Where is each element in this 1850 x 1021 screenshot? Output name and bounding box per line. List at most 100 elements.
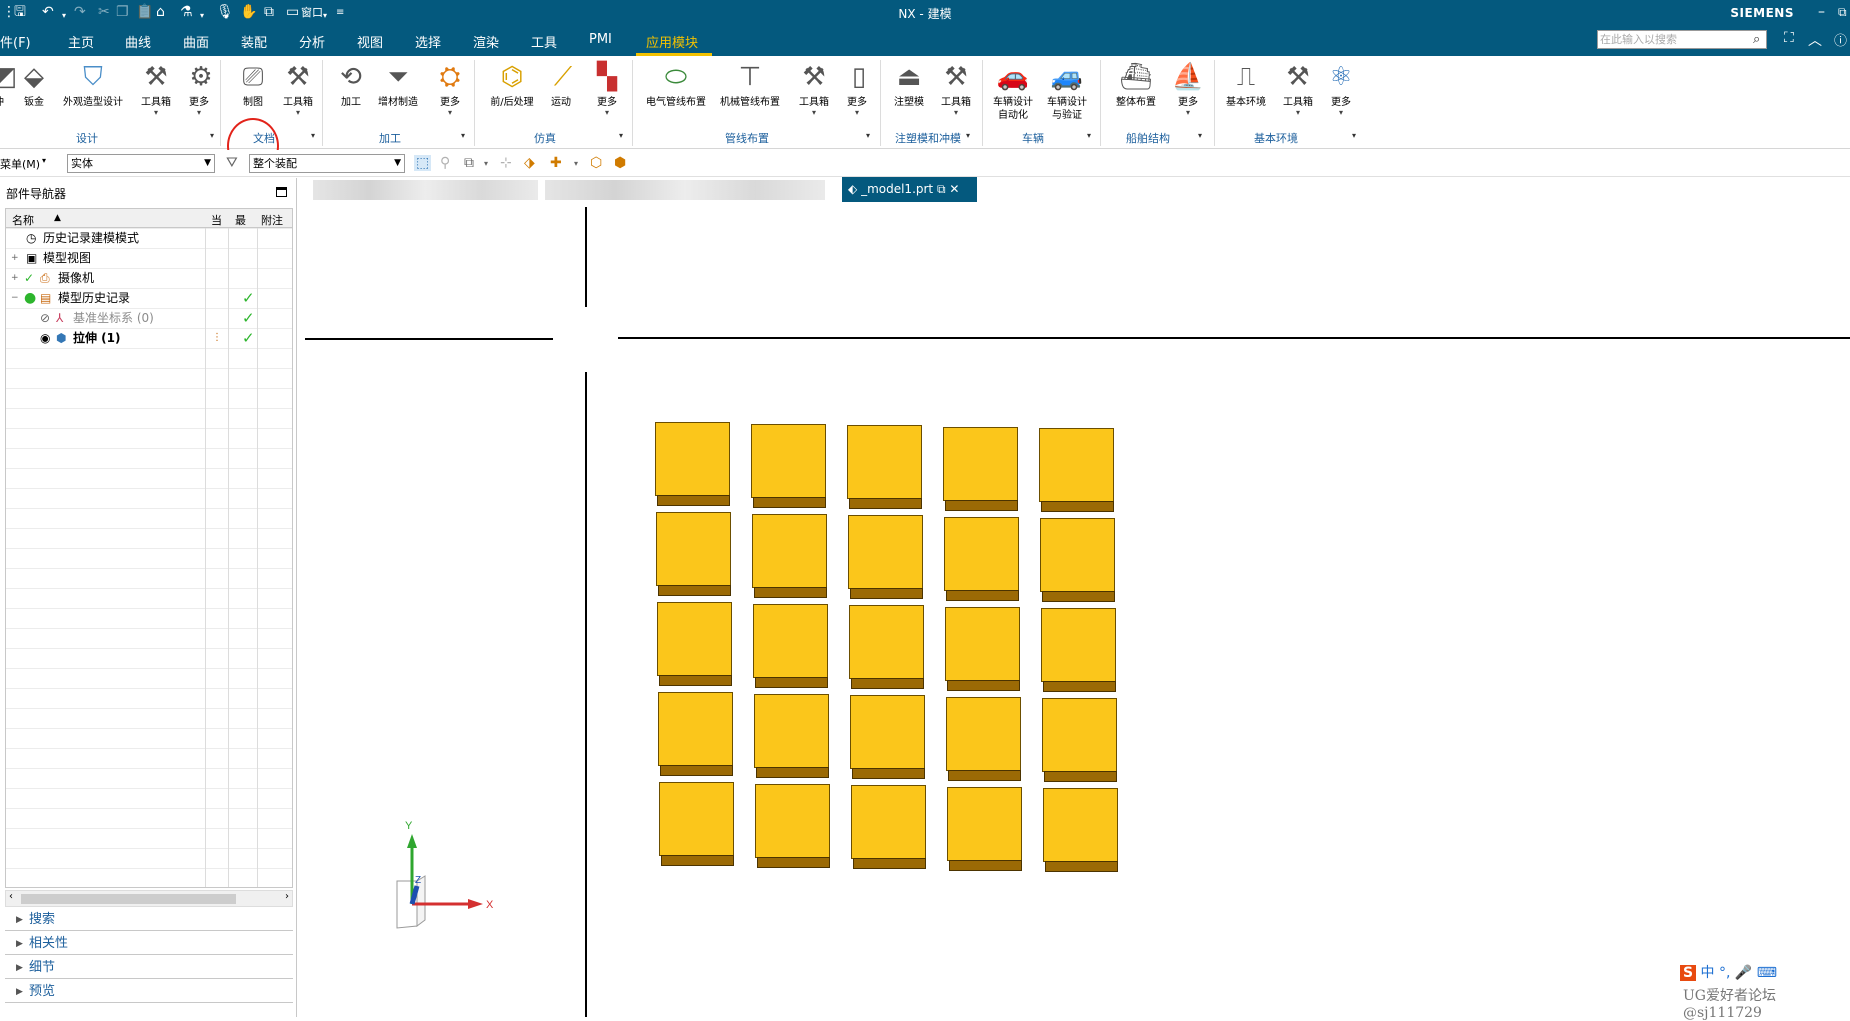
fullscreen-icon[interactable]: ⛶: [1784, 30, 1794, 46]
ribbon-button-prepost[interactable]: ⌬ 前/后处理: [484, 60, 540, 109]
extruded-block[interactable]: [850, 695, 925, 779]
extruded-block[interactable]: [947, 786, 1022, 871]
filter-icon[interactable]: ⛛: [226, 155, 238, 171]
tree-row-model-history[interactable]: − ● ▤ 模型历史记录 ✓: [6, 288, 292, 308]
extruded-block[interactable]: [1042, 698, 1117, 782]
column-notes[interactable]: 附注: [261, 212, 283, 228]
tab-pmi[interactable]: PMI: [589, 32, 612, 47]
snap-icon[interactable]: ⊹: [500, 155, 512, 171]
tab-render[interactable]: 渲染: [473, 32, 499, 51]
group-machining-dropdown-icon[interactable]: ▾: [461, 131, 465, 140]
extruded-block[interactable]: [1043, 788, 1118, 872]
ribbon-button-more-env[interactable]: ⚛ 更多 ▾: [1324, 60, 1358, 117]
extruded-block[interactable]: [944, 516, 1019, 601]
menu-dropdown-icon[interactable]: ▾: [42, 156, 46, 165]
extruded-block[interactable]: [848, 515, 923, 599]
tab-tools[interactable]: 工具: [531, 32, 557, 51]
tree-row-model-views[interactable]: + ▣ 模型视图: [6, 248, 292, 268]
tab-analysis[interactable]: 分析: [299, 32, 325, 51]
ribbon-button-styling-design[interactable]: ⛉ 外观造型设计: [58, 60, 128, 109]
snap-dropdown-icon[interactable]: ▾: [574, 159, 578, 168]
group-mold-dropdown-icon[interactable]: ▾: [966, 131, 970, 140]
graphics-window[interactable]: Y Z X: [305, 204, 1850, 1017]
ribbon-button-toolbox-routing[interactable]: ⚒ 工具箱 ▾: [796, 60, 832, 117]
group-document-dropdown-icon[interactable]: ▾: [311, 131, 315, 140]
minimize-icon[interactable]: –: [1818, 3, 1825, 21]
extruded-block[interactable]: [849, 605, 924, 689]
file-menu[interactable]: 件(F): [0, 32, 31, 51]
ribbon-button-mold[interactable]: ⏏ 注塑模: [890, 60, 928, 109]
extruded-block[interactable]: [851, 785, 926, 869]
tree-row-cameras[interactable]: + ✓ ⎙ 摄像机: [6, 268, 292, 288]
ribbon-button-sheetmetal[interactable]: ⬙ 钣金: [16, 60, 52, 109]
ribbon-button-more-simulation[interactable]: ▚ 更多 ▾: [590, 60, 624, 117]
section-preview[interactable]: ▶ 预览: [5, 981, 293, 1003]
select-face-icon[interactable]: ⧉: [464, 155, 474, 171]
restore-icon[interactable]: ⧉: [1838, 3, 1847, 21]
ribbon-button-more-routing[interactable]: ▯ 更多 ▾: [842, 60, 872, 117]
extruded-block[interactable]: [754, 693, 829, 778]
section-search[interactable]: ▶ 搜索: [5, 909, 293, 931]
tab-curve[interactable]: 曲线: [125, 32, 151, 51]
ribbon-button-vehicle-automation[interactable]: 🚗 车辆设计自动化: [990, 60, 1036, 122]
extruded-block[interactable]: [1041, 608, 1116, 692]
column-name[interactable]: 名称: [12, 212, 34, 228]
extruded-block[interactable]: [658, 692, 733, 776]
maximize-icon[interactable]: [276, 187, 287, 197]
visible-icon[interactable]: ◉: [40, 328, 50, 348]
hidden-icon[interactable]: ⊘: [40, 308, 50, 328]
group-routing-dropdown-icon[interactable]: ▾: [866, 131, 870, 140]
expand-icon[interactable]: +: [11, 248, 19, 268]
extruded-block[interactable]: [657, 602, 732, 686]
help-icon[interactable]: ⓘ: [1834, 30, 1847, 49]
ribbon-button-more-ship[interactable]: ⛵ 更多 ▾: [1170, 60, 1206, 117]
ribbon-button-basic-environment[interactable]: ⎍ 基本环境: [1222, 60, 1270, 109]
scope-filter-select[interactable]: 整个装配 ▼: [249, 154, 405, 173]
extruded-block[interactable]: [945, 606, 1020, 691]
type-filter-select[interactable]: 实体 ▼: [67, 154, 215, 173]
tab-surface[interactable]: 曲面: [183, 32, 209, 51]
tab-model1[interactable]: ⬖ _model1.prt ⧉ ✕: [842, 177, 977, 202]
tree-row-extrude[interactable]: ◉ ⬢ 拉伸 (1) ⋮ ✓: [6, 328, 292, 348]
horizontal-scrollbar[interactable]: ‹ ›: [5, 890, 293, 907]
ribbon-button-vehicle-validation[interactable]: 🚙 车辆设计与验证: [1044, 60, 1090, 122]
extruded-block[interactable]: [847, 425, 922, 509]
extruded-block[interactable]: [943, 426, 1018, 511]
tab-assembly[interactable]: 装配: [241, 32, 267, 51]
ribbon-button-toolbox-doc[interactable]: ⚒ 工具箱 ▾: [280, 60, 316, 117]
wireframe-icon[interactable]: ⬢: [614, 155, 626, 171]
extruded-block[interactable]: [1040, 518, 1115, 602]
section-details[interactable]: ▶ 细节: [5, 957, 293, 979]
extruded-block[interactable]: [755, 783, 830, 868]
expand-icon[interactable]: +: [11, 268, 19, 288]
view-cube-icon[interactable]: ⬡: [590, 155, 602, 171]
scroll-right-icon[interactable]: ›: [285, 891, 289, 902]
scroll-thumb[interactable]: [21, 894, 236, 904]
sort-ascending-icon[interactable]: ▲: [54, 213, 61, 223]
ribbon-button-motion[interactable]: ⟋ 运动: [546, 60, 576, 109]
undock-icon[interactable]: ⧉: [937, 182, 946, 196]
ime-indicator[interactable]: S 中 °, 🎤 ⌨: [1680, 962, 1777, 982]
extruded-block[interactable]: [946, 696, 1021, 781]
ribbon-button-toolbox-design[interactable]: ⚒ 工具箱 ▾: [138, 60, 174, 117]
group-design-dropdown-icon[interactable]: ▾: [210, 131, 214, 140]
group-ship-dropdown-icon[interactable]: ▾: [1198, 131, 1202, 140]
ribbon-button-drafting[interactable]: ⎚ 制图: [233, 60, 273, 109]
ribbon-button-ship-layout[interactable]: ⛴ 整体布置: [1110, 60, 1162, 109]
select-body-icon[interactable]: ⬚: [414, 155, 432, 171]
tab-select[interactable]: 选择: [415, 32, 441, 51]
extruded-block[interactable]: [659, 782, 734, 866]
tab-home[interactable]: 主页: [68, 32, 94, 51]
extruded-block[interactable]: [1039, 428, 1114, 512]
scroll-left-icon[interactable]: ‹: [9, 891, 13, 902]
blurred-tab[interactable]: [545, 180, 825, 200]
close-icon[interactable]: ✕: [949, 182, 959, 196]
ribbon-button-toolbox-mold[interactable]: ⚒ 工具箱 ▾: [938, 60, 974, 117]
column-latest[interactable]: 最: [235, 212, 246, 228]
section-dependencies[interactable]: ▶ 相关性: [5, 933, 293, 955]
ribbon-button-additive[interactable]: ⏷ 增材制造: [374, 60, 422, 109]
ribbon-button-electrical-routing[interactable]: ⬭ 电气管线布置: [642, 60, 710, 109]
column-current[interactable]: 当: [211, 212, 222, 228]
extruded-block[interactable]: [753, 603, 828, 688]
ribbon-button-more-machining[interactable]: ⛭ 更多 ▾: [432, 60, 468, 117]
